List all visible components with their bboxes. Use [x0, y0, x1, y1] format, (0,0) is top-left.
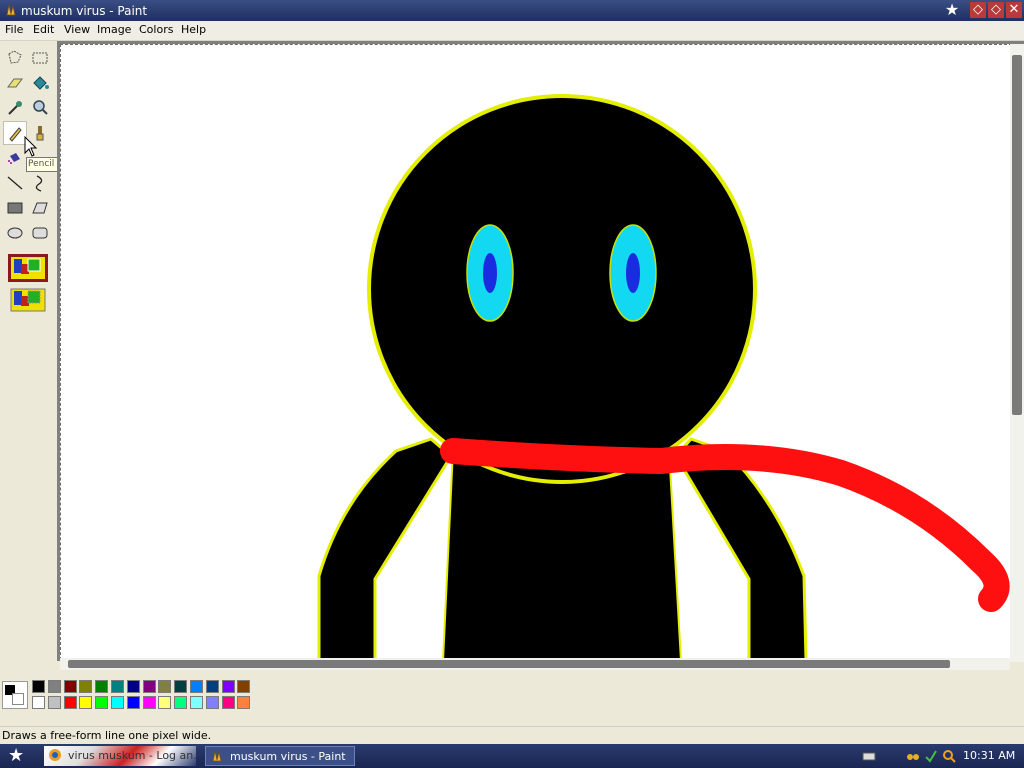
rounded-rectangle-tool[interactable] — [29, 222, 51, 244]
palette-swatch[interactable] — [174, 696, 188, 709]
vertical-scroll-thumb[interactable] — [1012, 55, 1022, 415]
update-tray-icon[interactable] — [924, 749, 938, 763]
taskbar-button-browser[interactable]: virus muskum - Log an... — [44, 746, 196, 766]
search-tray-icon[interactable] — [942, 749, 956, 763]
palette-swatch[interactable] — [190, 680, 203, 693]
select-tool[interactable] — [29, 47, 51, 69]
pick-color-tool[interactable] — [4, 97, 26, 119]
close-button[interactable]: ✕ — [1006, 2, 1022, 18]
drawing — [317, 94, 1010, 660]
mouse-cursor-icon — [24, 136, 38, 157]
palette-swatch[interactable] — [111, 696, 124, 709]
palette-swatch[interactable] — [95, 696, 109, 709]
color-palette — [0, 670, 1024, 717]
menu-colors[interactable]: Colors — [139, 23, 173, 36]
pencil-tool[interactable] — [3, 121, 27, 145]
palette-swatch[interactable] — [79, 680, 93, 693]
palette-swatch[interactable] — [221, 696, 235, 709]
network-tray-icon[interactable] — [906, 749, 920, 763]
palette-swatch[interactable] — [142, 680, 156, 693]
palette-swatch[interactable] — [63, 680, 77, 693]
minimize-button[interactable]: ◇ — [970, 2, 986, 18]
status-bar: Draws a free-form line one pixel wide. — [0, 726, 1024, 745]
taskbar-button-label: virus muskum - Log an... — [68, 749, 196, 762]
airbrush-tool[interactable] — [4, 147, 26, 169]
line-tool[interactable] — [4, 172, 26, 194]
palette-swatch[interactable] — [126, 696, 140, 709]
canvas-area — [57, 41, 1024, 661]
status-text: Draws a free-form line one pixel wide. — [2, 729, 212, 742]
palette-swatch[interactable] — [174, 680, 188, 693]
polygon-tool[interactable] — [29, 197, 51, 219]
draw-opaque-option-icon[interactable] — [8, 254, 48, 282]
menu-view[interactable]: View — [64, 23, 90, 36]
palette-swatch[interactable] — [237, 680, 251, 693]
horizontal-scroll-thumb[interactable] — [68, 660, 950, 668]
browser-icon — [49, 749, 61, 761]
paint-icon — [212, 750, 222, 762]
palette-swatch[interactable] — [111, 680, 124, 693]
menu-bar: File Edit View Image Colors Help — [0, 21, 1024, 41]
tool-tooltip: Pencil — [26, 157, 59, 172]
palette-swatch[interactable] — [47, 696, 61, 709]
free-form-select-tool[interactable] — [4, 47, 26, 69]
draw-transparent-option-icon[interactable] — [8, 286, 48, 314]
palette-swatch[interactable] — [126, 680, 140, 693]
maximize-button[interactable]: ◇ — [988, 2, 1004, 18]
palette-swatch[interactable] — [63, 696, 77, 709]
eraser-tool[interactable] — [4, 72, 26, 94]
palette-swatch[interactable] — [95, 680, 109, 693]
menu-file[interactable]: File — [5, 23, 23, 36]
palette-swatch[interactable] — [237, 696, 251, 709]
palette-swatch[interactable] — [221, 680, 235, 693]
menu-help[interactable]: Help — [181, 23, 206, 36]
fill-with-color-tool[interactable] — [29, 72, 51, 94]
clock: 10:31 AM — [963, 749, 1016, 762]
taskbar-button-paint[interactable]: muskum virus - Paint — [205, 746, 355, 766]
palette-swatch[interactable] — [32, 696, 45, 709]
star-icon[interactable]: ★ — [944, 2, 960, 18]
menu-edit[interactable]: Edit — [33, 23, 54, 36]
taskbar-button-label: muskum virus - Paint — [230, 750, 346, 763]
menu-image[interactable]: Image — [97, 23, 131, 36]
palette-swatch[interactable] — [79, 696, 93, 709]
magnifier-tool[interactable] — [29, 97, 51, 119]
palette-swatch[interactable] — [205, 696, 219, 709]
rectangle-tool[interactable] — [4, 197, 26, 219]
title-bar: muskum virus - Paint ★ ◇ ◇ ✕ — [0, 0, 1024, 21]
window-title: muskum virus - Paint — [21, 4, 148, 18]
start-star-icon[interactable]: ★ — [8, 746, 28, 766]
palette-swatch[interactable] — [158, 680, 172, 693]
palette-swatch[interactable] — [205, 680, 219, 693]
curve-tool[interactable] — [29, 172, 51, 194]
keyboard-tray-icon[interactable] — [862, 749, 876, 763]
tool-box — [0, 41, 57, 661]
palette-swatch[interactable] — [32, 680, 45, 693]
palette-swatch[interactable] — [158, 696, 172, 709]
taskbar: ★ virus muskum - Log an... muskum virus … — [0, 744, 1024, 768]
palette-swatch[interactable] — [142, 696, 156, 709]
paint-app-icon — [6, 4, 16, 16]
palette-swatch[interactable] — [190, 696, 203, 709]
background-color — [12, 693, 24, 705]
ellipse-tool[interactable] — [4, 222, 26, 244]
palette-swatch[interactable] — [47, 680, 61, 693]
drawing-canvas[interactable] — [60, 44, 1012, 660]
